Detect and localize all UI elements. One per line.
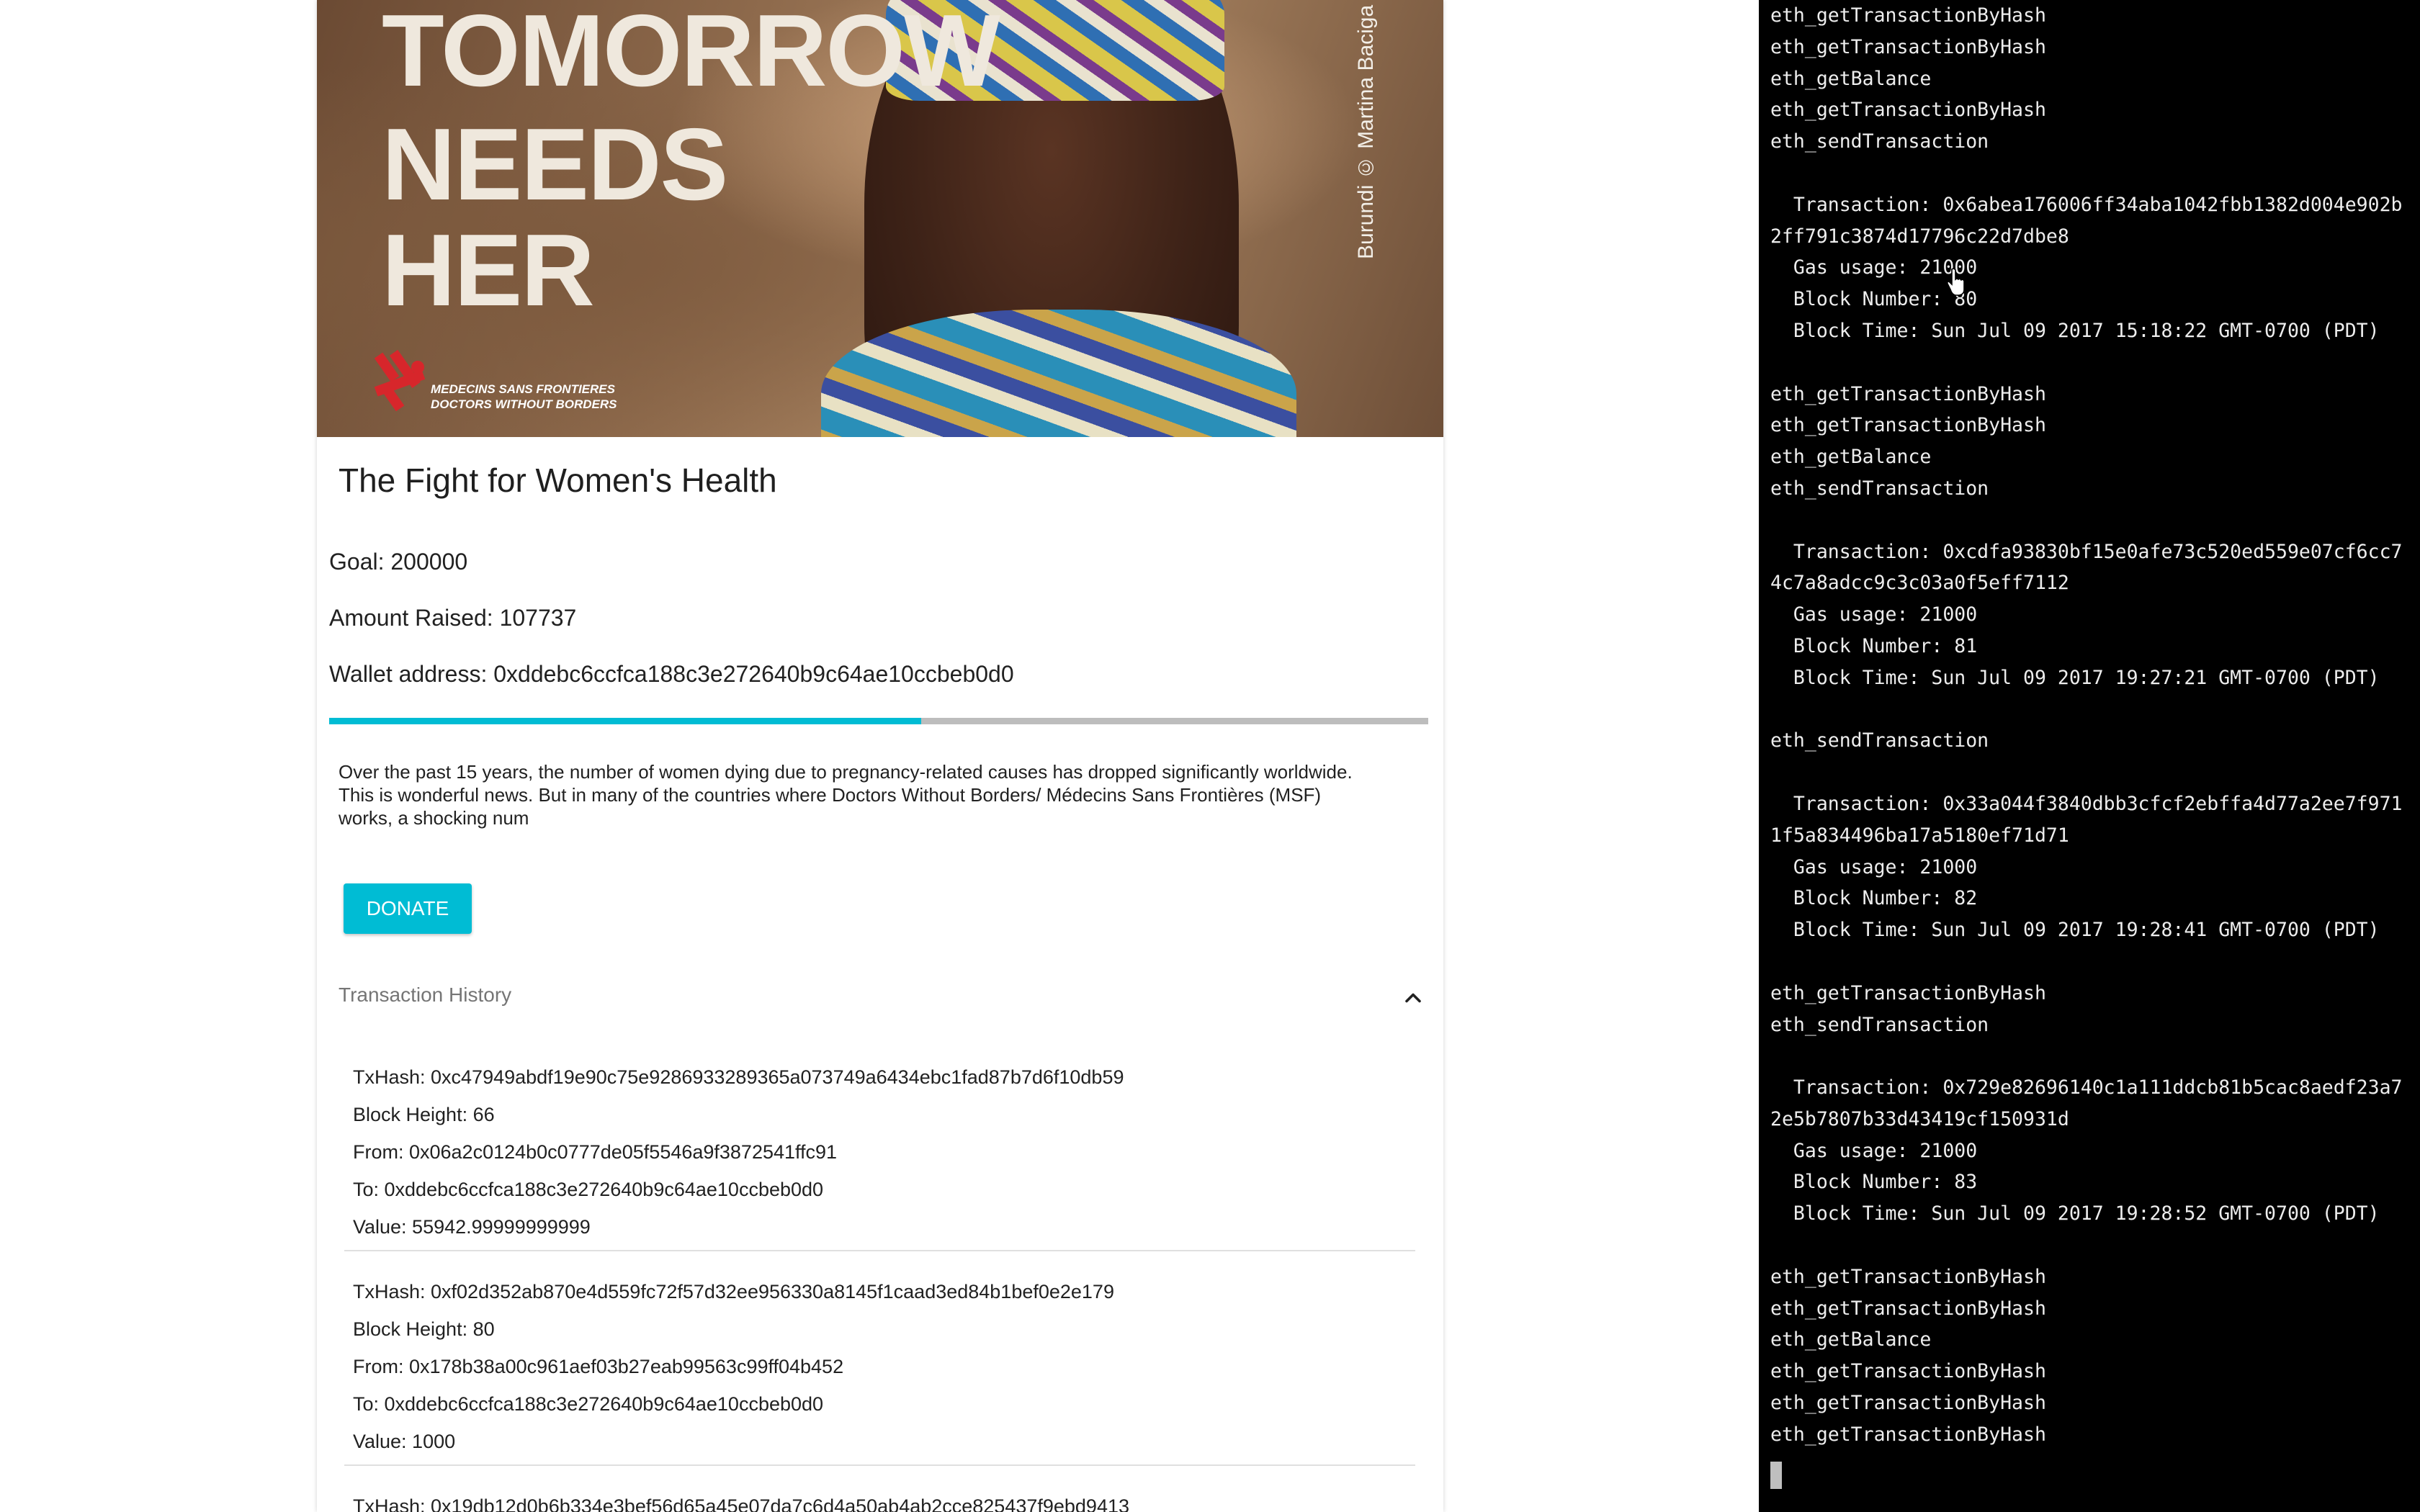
terminal-line: eth_sendTransaction — [1770, 130, 1989, 153]
terminal-line: Block Number: 83 — [1770, 1171, 1978, 1194]
terminal-output: eth_getTransactionByHash eth_getTransacti… — [1770, 0, 2411, 1451]
terminal-line: Transaction: 0x6abea176006ff34aba1042fbb… — [1770, 193, 2403, 216]
transaction-history-header[interactable]: Transaction History — [339, 981, 1426, 1017]
terminal-line: eth_getBalance — [1770, 1328, 1932, 1351]
terminal-line: Block Time: Sun Jul 09 2017 19:27:21 GMT… — [1770, 666, 2380, 689]
msf-logo-text-line-2: DOCTORS WITHOUT BORDERS — [431, 397, 617, 411]
campaign-title: The Fight for Women's Health — [339, 462, 777, 499]
terminal-line: Block Number: 81 — [1770, 634, 1978, 657]
terminal-line: eth_getTransactionByHash — [1770, 1297, 2046, 1320]
tx-hash: TxHash: 0x19db12d0b6b334e3bef56d65a45e07… — [353, 1495, 1129, 1512]
transaction-item: TxHash: 0x19db12d0b6b334e3bef56d65a45e07… — [344, 1488, 1415, 1512]
terminal-line: eth_getTransactionByHash — [1770, 4, 2046, 27]
tx-from: From: 0x178b38a00c961aef03b27eab99563c99… — [353, 1356, 844, 1377]
terminal-line: 2ff791c3874d17796c22d7dbe8 — [1770, 225, 2069, 248]
hero-headline-line-3: HER — [382, 213, 595, 328]
terminal-line: Gas usage: 21000 — [1770, 1139, 1978, 1162]
terminal-line: Block Number: 80 — [1770, 288, 1978, 311]
terminal-line: Block Time: Sun Jul 09 2017 19:28:41 GMT… — [1770, 919, 2380, 942]
terminal-line: eth_getTransactionByHash — [1770, 1360, 2046, 1383]
tx-value: Value: 1000 — [353, 1431, 456, 1452]
terminal-line: Block Number: 82 — [1770, 887, 1978, 910]
tx-from: From: 0x06a2c0124b0c0777de05f5546a9f3872… — [353, 1141, 838, 1163]
terminal-cursor — [1770, 1462, 1782, 1489]
msf-logo-text: MEDECINS SANS FRONTIERES DOCTORS WITHOUT… — [431, 382, 617, 412]
transaction-item: TxHash: 0xc47949abdf19e90c75e92869332893… — [344, 1058, 1415, 1251]
terminal-line: eth_getTransactionByHash — [1770, 1423, 2046, 1446]
terminal-line: eth_getTransactionByHash — [1770, 981, 2046, 1004]
terminal-line: eth_getBalance — [1770, 67, 1932, 90]
terminal-line: 4c7a8adcc9c3c03a0f5eff7112 — [1770, 572, 2069, 595]
terminal-line: eth_getTransactionByHash — [1770, 382, 2046, 405]
msf-logo-text-line-1: MEDECINS SANS FRONTIERES — [431, 382, 615, 396]
terminal-line: eth_getTransactionByHash — [1770, 1392, 2046, 1415]
funding-progress-fill — [329, 718, 922, 724]
hero-image: TOMORROW NEEDS HER Burundi © Martina Bac… — [317, 0, 1443, 437]
transaction-history-label: Transaction History — [339, 984, 512, 1006]
hero-headline-line-1: TOMORROW — [382, 0, 1000, 108]
mouse-pointer-icon — [1946, 268, 1965, 296]
transaction-list: TxHash: 0xc47949abdf19e90c75e92869332893… — [344, 1058, 1415, 1512]
tx-to: To: 0xddebc6ccfca188c3e272640b9c64ae10cc… — [353, 1393, 824, 1415]
terminal-pane[interactable]: eth_getTransactionByHash eth_getTransacti… — [1759, 0, 2420, 1512]
terminal-line: eth_sendTransaction — [1770, 477, 1989, 500]
terminal-line: eth_getTransactionByHash — [1770, 35, 2046, 58]
terminal-line: Gas usage: 21000 — [1770, 256, 1978, 279]
campaign-card: TOMORROW NEEDS HER Burundi © Martina Bac… — [317, 0, 1443, 1512]
terminal-line: 1f5a834496ba17a5180ef71d71 — [1770, 824, 2069, 847]
terminal-line: eth_getTransactionByHash — [1770, 414, 2046, 437]
transaction-item: TxHash: 0xf02d352ab870e4d559fc72f57d32ee… — [344, 1273, 1415, 1466]
tx-value: Value: 55942.99999999999 — [353, 1216, 591, 1238]
photo-credit: Burundi © Martina Baciga — [1354, 4, 1378, 259]
campaign-description: Over the past 15 years, the number of wo… — [339, 761, 1353, 829]
terminal-line: eth_sendTransaction — [1770, 1013, 1989, 1036]
tx-hash: TxHash: 0xf02d352ab870e4d559fc72f57d32ee… — [353, 1281, 1114, 1302]
donate-button[interactable]: DONATE — [344, 883, 472, 934]
tx-block-height: Block Height: 80 — [353, 1318, 495, 1340]
terminal-line: eth_sendTransaction — [1770, 729, 1989, 752]
terminal-line: Gas usage: 21000 — [1770, 603, 1978, 626]
terminal-line: Block Time: Sun Jul 09 2017 15:18:22 GMT… — [1770, 319, 2380, 342]
terminal-line: Transaction: 0x729e82696140c1a111ddcb81b… — [1770, 1076, 2403, 1099]
tx-block-height: Block Height: 66 — [353, 1104, 495, 1125]
terminal-line: Block Time: Sun Jul 09 2017 19:28:52 GMT… — [1770, 1202, 2380, 1225]
tx-hash: TxHash: 0xc47949abdf19e90c75e92869332893… — [353, 1066, 1124, 1088]
terminal-line: Transaction: 0xcdfa93830bf15e0afe73c520e… — [1770, 540, 2403, 563]
tx-to: To: 0xddebc6ccfca188c3e272640b9c64ae10cc… — [353, 1179, 824, 1200]
terminal-line: eth_getBalance — [1770, 446, 1932, 469]
terminal-line: eth_getTransactionByHash — [1770, 99, 2046, 122]
funding-progress-bar — [329, 718, 1428, 724]
wallet-address-text: Wallet address: 0xddebc6ccfca188c3e27264… — [329, 661, 1014, 687]
terminal-line: Transaction: 0x33a044f3840dbb3cfcf2ebffa… — [1770, 792, 2403, 815]
amount-raised-text: Amount Raised: 107737 — [329, 605, 577, 631]
terminal-line: Gas usage: 21000 — [1770, 855, 1978, 878]
terminal-line: eth_getTransactionByHash — [1770, 1265, 2046, 1288]
goal-text: Goal: 200000 — [329, 549, 468, 575]
chevron-up-icon[interactable] — [1400, 985, 1426, 1011]
hero-headline-line-2: NEEDS — [382, 107, 728, 222]
terminal-line: 2e5b7807b33d43419cf150931d — [1770, 1107, 2069, 1130]
browser-pane: TOMORROW NEEDS HER Burundi © Martina Bac… — [0, 0, 1759, 1512]
